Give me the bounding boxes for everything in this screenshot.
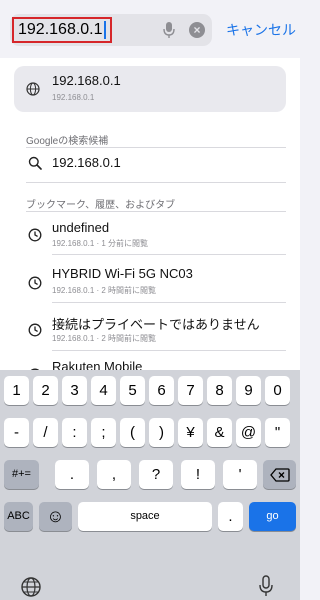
key-period-bottom[interactable]: . xyxy=(218,502,243,531)
key-6[interactable]: 6 xyxy=(149,376,174,405)
key-3[interactable]: 3 xyxy=(62,376,87,405)
search-icon xyxy=(28,156,42,170)
key-0[interactable]: 0 xyxy=(265,376,290,405)
top-suggestion-subtitle: 192.168.0.1 xyxy=(52,93,95,102)
key-5[interactable]: 5 xyxy=(120,376,145,405)
clock-icon xyxy=(28,276,42,290)
abc-key[interactable]: ABC xyxy=(4,502,33,531)
key-yen[interactable]: ¥ xyxy=(178,418,203,447)
history-item-title: undefined xyxy=(52,220,110,235)
key-quote[interactable]: " xyxy=(265,418,290,447)
key-hyphen[interactable]: - xyxy=(4,418,29,447)
key-8[interactable]: 8 xyxy=(207,376,232,405)
key-period[interactable]: . xyxy=(55,460,89,489)
google-suggestion-label: 192.168.0.1 xyxy=(52,155,121,170)
history-item-subtitle: 192.168.0.1 · 1 分前に閲覧 xyxy=(52,239,149,248)
key-slash[interactable]: / xyxy=(33,418,58,447)
key-4[interactable]: 4 xyxy=(91,376,116,405)
history-item-title: HYBRID Wi-Fi 5G NC03 xyxy=(52,266,193,281)
key-2[interactable]: 2 xyxy=(33,376,58,405)
key-9[interactable]: 9 xyxy=(236,376,261,405)
history-item-subtitle: 192.168.0.1 · 2 時間前に閲覧 xyxy=(52,286,157,295)
emoji-key[interactable]: ☺ xyxy=(39,502,72,531)
key-close-paren[interactable]: ) xyxy=(149,418,174,447)
key-semicolon[interactable]: ; xyxy=(91,418,116,447)
backspace-key[interactable] xyxy=(263,460,296,489)
google-section-header: Googleの検索候補 xyxy=(26,136,109,147)
text-caret xyxy=(103,21,106,39)
history-item-subtitle: 192.168.0.1 · 2 時間前に閲覧 xyxy=(52,334,157,343)
divider xyxy=(26,182,286,183)
key-ampersand[interactable]: & xyxy=(207,418,232,447)
space-key[interactable]: space xyxy=(78,502,212,531)
globe-icon xyxy=(26,82,40,96)
symbols-toggle-key[interactable]: #+= xyxy=(4,460,39,489)
backspace-icon xyxy=(269,468,290,482)
key-exclamation[interactable]: ! xyxy=(181,460,215,489)
address-bar: 192.168.0.1 × キャンセル xyxy=(0,0,300,58)
history-section-header: ブックマーク、履歴、およびタブ xyxy=(26,200,176,211)
top-suggestion-title: 192.168.0.1 xyxy=(52,73,121,88)
key-open-paren[interactable]: ( xyxy=(120,418,145,447)
key-comma[interactable]: , xyxy=(97,460,131,489)
key-colon[interactable]: : xyxy=(62,418,87,447)
search-field[interactable]: 192.168.0.1 × xyxy=(10,14,212,46)
clock-icon xyxy=(28,228,42,242)
cancel-button[interactable]: キャンセル xyxy=(226,20,296,40)
emoji-icon: ☺ xyxy=(46,506,65,526)
key-1[interactable]: 1 xyxy=(4,376,29,405)
keyboard: 1 2 3 4 5 6 7 8 9 0 - / : ; ( ) ¥ & @ " … xyxy=(0,370,300,600)
go-key[interactable]: go xyxy=(249,502,296,531)
search-input-highlight[interactable]: 192.168.0.1 xyxy=(12,17,112,43)
key-apostrophe[interactable]: ' xyxy=(223,460,257,489)
history-item-title: 接続はプライベートではありません xyxy=(52,317,260,332)
suggestions-panel: 192.168.0.1 192.168.0.1 Googleの検索候補 192.… xyxy=(0,58,300,382)
dictation-icon[interactable] xyxy=(258,575,274,597)
top-suggestion[interactable]: 192.168.0.1 192.168.0.1 xyxy=(14,66,286,112)
globe-icon[interactable] xyxy=(20,576,42,598)
clock-icon xyxy=(28,323,42,337)
clear-icon[interactable]: × xyxy=(189,22,205,38)
divider xyxy=(52,254,286,255)
mic-icon[interactable] xyxy=(162,21,176,39)
key-7[interactable]: 7 xyxy=(178,376,203,405)
divider xyxy=(52,350,286,351)
key-at[interactable]: @ xyxy=(236,418,261,447)
divider xyxy=(26,211,286,212)
search-input-value[interactable]: 192.168.0.1 xyxy=(18,19,103,41)
divider xyxy=(26,147,286,148)
divider xyxy=(52,302,286,303)
key-question[interactable]: ? xyxy=(139,460,173,489)
